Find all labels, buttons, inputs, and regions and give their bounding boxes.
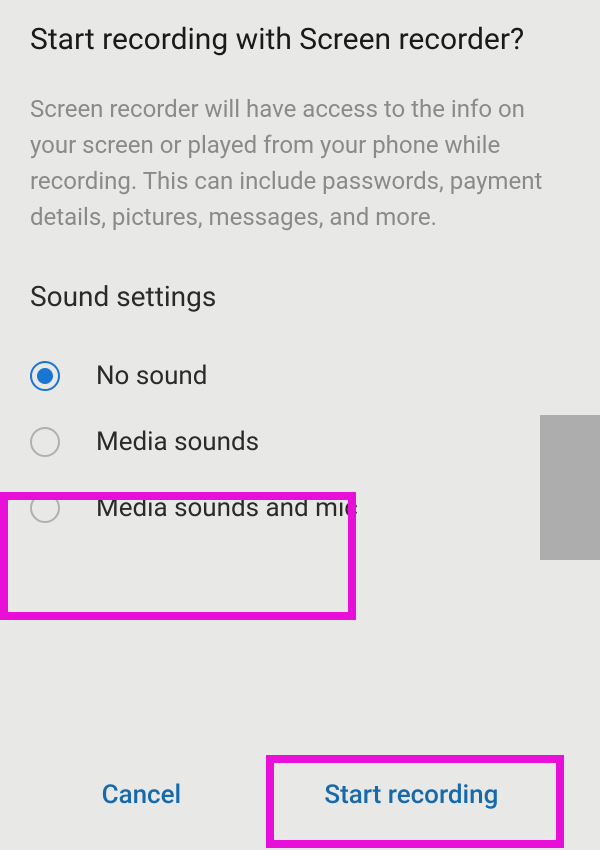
radio-label: Media sounds bbox=[96, 427, 259, 457]
dialog-buttons: Cancel Start recording bbox=[0, 768, 600, 822]
radio-option-media-sounds[interactable]: Media sounds bbox=[20, 409, 570, 475]
radio-option-media-and-mic[interactable]: Media sounds and mic bbox=[20, 475, 570, 541]
radio-option-no-sound[interactable]: No sound bbox=[20, 343, 570, 409]
screen-recorder-dialog: Start recording with Screen recorder? Sc… bbox=[0, 0, 600, 541]
decorative-block bbox=[540, 415, 600, 560]
dialog-description: Screen recorder will have access to the … bbox=[30, 91, 570, 235]
cancel-button[interactable]: Cancel bbox=[82, 768, 202, 822]
radio-icon bbox=[30, 427, 60, 457]
sound-settings-heading: Sound settings bbox=[30, 280, 570, 313]
radio-icon bbox=[30, 361, 60, 391]
radio-label: No sound bbox=[96, 361, 207, 391]
dialog-title: Start recording with Screen recorder? bbox=[30, 20, 570, 59]
radio-label: Media sounds and mic bbox=[96, 493, 358, 523]
sound-options-group: No sound Media sounds Media sounds and m… bbox=[20, 343, 570, 541]
start-recording-button[interactable]: Start recording bbox=[304, 768, 518, 822]
radio-icon bbox=[30, 493, 60, 523]
